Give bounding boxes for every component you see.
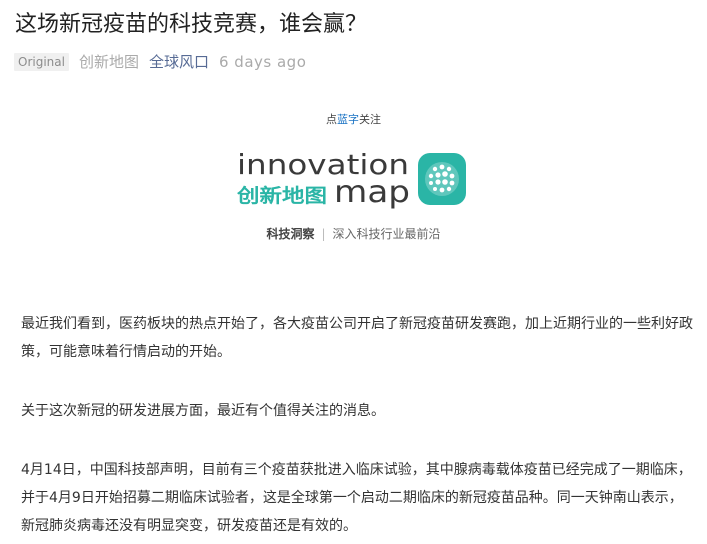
logo-text-map: map (334, 175, 410, 210)
logo-text-cn: 创新地图 (236, 184, 327, 207)
follow-prefix: 点 (326, 113, 337, 126)
article-meta: Original 创新地图 全球风口 6 days ago (14, 52, 306, 72)
follow-highlight: 蓝字 (337, 113, 359, 126)
slogan: 科技洞察 | 深入科技行业最前沿 (0, 225, 707, 242)
globe-icon (418, 153, 466, 205)
original-badge: Original (14, 53, 69, 71)
publish-date: 6 days ago (219, 53, 307, 71)
author-name: 创新地图 (78, 53, 139, 71)
paragraph-1: 最近我们看到，医药板块的热点开始了，各大疫苗公司开启了新冠疫苗研发赛跑，加上近期… (21, 316, 693, 360)
slogan-right: 深入科技行业最前沿 (332, 227, 441, 241)
article-page: 这场新冠疫苗的科技竞赛，谁会赢？ Original 创新地图 全球风口 6 da… (0, 0, 707, 544)
follow-suffix: 关注 (359, 113, 381, 126)
paragraph-3: 4月14日，中国科技部声明，目前有三个疫苗获批进入临床试验，其中腺病毒载体疫苗已… (21, 462, 692, 534)
follow-prompt: 点蓝字关注 (0, 111, 707, 127)
paragraph-2: 关于这次新冠的研发进展方面，最近有个值得关注的消息。 (21, 403, 385, 419)
article-title: 这场新冠疫苗的科技竞赛，谁会赢？ (15, 12, 368, 37)
innovation-map-logo: innovation 创新地图 map (236, 150, 466, 210)
slogan-separator: | (321, 227, 326, 241)
slogan-left: 科技洞察 (266, 227, 315, 241)
account-link[interactable]: 全球风口 (149, 52, 209, 72)
